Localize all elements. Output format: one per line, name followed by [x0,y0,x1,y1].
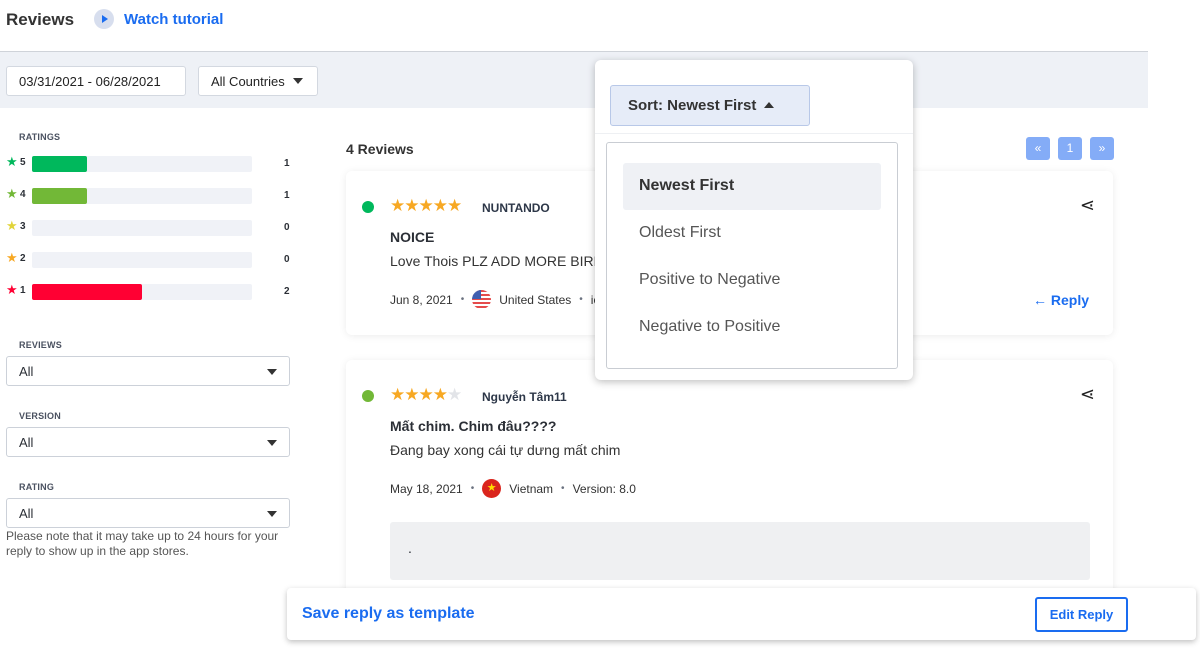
rating-row-2: ★ 2 0 [6,250,296,268]
rating-bar [32,188,252,204]
ratings-label: RATINGS [19,132,61,142]
review-date: May 18, 2021 [390,481,463,496]
reply-button[interactable]: ← Reply [1033,292,1089,308]
play-icon[interactable] [94,9,114,29]
save-reply-template-link[interactable]: Save reply as template [302,605,475,623]
rating-filter-select[interactable]: All [6,498,290,528]
reply-textarea[interactable]: . [390,522,1090,580]
star-icon: ★ [6,186,18,201]
rating-count: 1 [284,190,290,201]
reviews-filter-select[interactable]: All [6,356,290,386]
review-body: Đang bay xong cái tự dưng mất chim [390,442,621,458]
rating-stars: 2 [20,253,26,264]
status-dot [362,201,374,213]
sort-option-negative-to-positive[interactable]: Negative to Positive [623,304,881,351]
version-filter-value: All [19,435,34,450]
review-title: NOICE [390,229,435,245]
rating-filter-value: All [19,506,34,521]
rating-bar [32,284,252,300]
sort-option-oldest-first[interactable]: Oldest First [623,210,881,257]
star-icon: ★ [6,250,18,265]
rating-bar [32,252,252,268]
review-author: NUNTANDO [482,201,550,215]
caret-down-icon [267,511,277,517]
star-icon: ★ [6,154,18,169]
review-author: Nguyễn Tâm11 [482,390,567,404]
caret-down-icon [292,78,303,84]
rating-count: 0 [284,222,290,233]
pagination-prev[interactable]: « [1026,137,1050,160]
review-title: Mất chim. Chim đâu???? [390,418,557,434]
rating-row-5: ★ 5 1 [6,154,296,172]
rating-bar-fill [32,156,87,172]
reviews-filter-value: All [19,364,34,379]
review-meta: May 18, 2021 • ★ Vietnam • Version: 8.0 [390,479,636,498]
sort-option-positive-to-negative[interactable]: Positive to Negative [623,257,881,304]
reply-label: Reply [1050,292,1089,308]
us-flag-icon [472,290,492,309]
caret-down-icon [267,369,277,375]
reviews-count: 4 Reviews [346,141,414,157]
review-date: Jun 8, 2021 [390,292,453,307]
star-rating: ★★★★★ [390,196,462,215]
rating-stars: 3 [20,221,26,232]
rating-bar [32,220,252,236]
version-filter-label: VERSION [19,411,61,421]
review-card: ★★★★★ Nguyễn Tâm11 Mất chim. Chim đâu???… [346,360,1113,600]
reply-action-bar: Save reply as template Edit Reply [287,588,1196,640]
rating-count: 1 [284,158,290,169]
reviews-filter-label: REVIEWS [19,340,62,350]
star-rating: ★★★★★ [390,385,462,404]
rating-bar [32,156,252,172]
sort-button-label: Sort: Newest First [628,97,757,114]
caret-down-icon [267,440,277,446]
sort-dropdown: Sort: Newest First Newest First Oldest F… [595,60,913,380]
rating-stars: 4 [20,189,26,200]
edit-reply-button[interactable]: Edit Reply [1035,597,1128,632]
rating-stars: 5 [20,157,26,168]
vietnam-flag-icon: ★ [482,479,502,498]
rating-row-1: ★ 1 2 [6,282,296,300]
rating-count: 0 [284,254,290,265]
review-meta: Jun 8, 2021• United States• io [390,290,600,309]
star-icon: ★ [6,218,18,233]
country-select-value: All Countries [211,74,285,89]
watch-tutorial-link[interactable]: Watch tutorial [124,11,223,28]
review-country: Vietnam [509,481,554,496]
version-filter-select[interactable]: All [6,427,290,457]
country-select[interactable]: All Countries [198,66,318,96]
review-body: Love Thois PLZ ADD MORE BIRD [390,253,604,269]
date-range-picker[interactable]: 03/31/2021 - 06/28/2021 [6,66,186,96]
status-dot [362,390,374,402]
sort-button[interactable]: Sort: Newest First [610,85,810,126]
reply-delay-note: Please note that it may take up to 24 ho… [6,529,279,558]
sort-option-newest-first[interactable]: Newest First [623,163,881,210]
review-version: Version: 8.0 [572,481,636,496]
rating-row-4: ★ 4 1 [6,186,296,204]
rating-stars: 1 [20,285,26,296]
arrow-left-icon: ← [1032,292,1051,308]
page-title: Reviews [6,10,75,29]
star-icon: ★ [6,282,18,297]
review-country: United States [499,292,572,307]
rating-bar-fill [32,284,142,300]
pagination-next[interactable]: » [1090,137,1114,160]
rating-filter-label: RATING [19,482,55,492]
share-icon[interactable]: ⋖ [1080,384,1095,405]
rating-count: 2 [284,286,290,297]
share-icon[interactable]: ⋖ [1080,195,1095,216]
pagination-page-1[interactable]: 1 [1058,137,1082,160]
sort-options-list: Newest First Oldest First Positive to Ne… [606,142,898,369]
divider [595,133,913,134]
caret-up-icon [764,102,775,108]
rating-row-3: ★ 3 0 [6,218,296,236]
rating-bar-fill [32,188,87,204]
